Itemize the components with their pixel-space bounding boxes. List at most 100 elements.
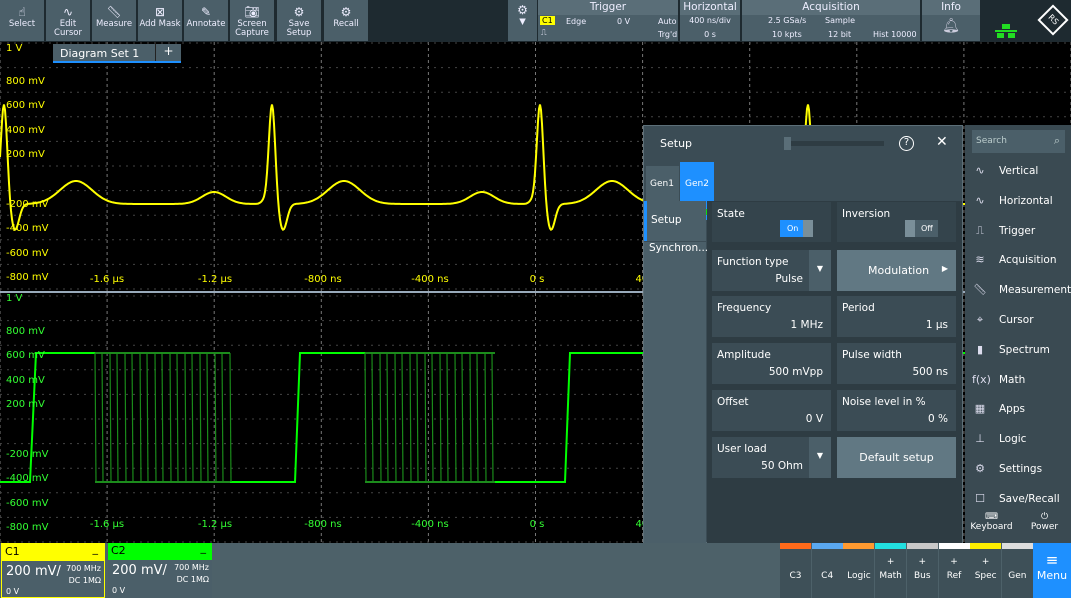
add-bus-button[interactable]: + Bus (906, 543, 938, 598)
edit-cursor-button[interactable]: ∿ Edit Cursor (46, 0, 90, 41)
y-axis-label: -400 mV (6, 223, 49, 235)
add-diagram-button[interactable]: + (155, 44, 181, 61)
channel-c2-badge[interactable]: C2 _ 200 mV/ 700 MHz DC 1MΩ 0 V (108, 541, 212, 598)
power-label: Power (1030, 522, 1059, 532)
ch2-persistence-edge (161, 352, 164, 483)
sidebar-item-label: Trigger (999, 224, 1036, 237)
screen-capture-button[interactable]: 📷︎ Screen Capture (230, 0, 274, 41)
frequency-field[interactable]: Frequency 1 MHz (712, 296, 831, 337)
measure-button[interactable]: 📏︎ Measure (92, 0, 136, 41)
add-gen-button[interactable]: Gen (1001, 543, 1033, 598)
acquisition-panel[interactable]: Acquisition 2.5 GSa/s Sample 10 kpts 12 … (742, 0, 920, 41)
add-logic-button[interactable]: Logic (843, 543, 875, 598)
inversion-toggle[interactable]: Off (905, 220, 938, 237)
modulation-button[interactable]: Modulation ▶ (837, 250, 956, 291)
chevron-down-icon[interactable]: ▼ (809, 437, 831, 478)
trigger-type: Edge (566, 17, 587, 26)
dialog-title: Setup (660, 137, 693, 150)
inversion-label: Inversion (842, 208, 891, 220)
channel-name: C2 (111, 544, 126, 557)
x-axis-label: -1.6 µs (89, 274, 125, 285)
search-input[interactable]: Search ⌕ (972, 130, 1065, 153)
field-label: Frequency (717, 302, 772, 314)
minimize-icon[interactable]: _ (93, 542, 99, 555)
user-load-field[interactable]: User load 50 Ohm ▼ (712, 437, 831, 478)
acquisition-title: Acquisition (742, 0, 920, 15)
toggle-value: Off (921, 224, 933, 233)
sidebar-item-save-recall[interactable]: ☐ Save/Recall (965, 484, 1071, 514)
chevron-down-icon[interactable]: ▼ (809, 250, 831, 291)
coupling: DC 1MΩ (176, 575, 209, 584)
help-icon[interactable]: ? (899, 136, 914, 151)
add-c4-button[interactable]: C4 (811, 543, 843, 598)
sidebar-item-vertical[interactable]: ∿ Vertical (965, 156, 1071, 186)
function-type-value: Pulse (775, 273, 803, 285)
function-type-dropdown[interactable]: Function type Pulse ▼ (712, 250, 831, 291)
button-label: Screen Capture (235, 19, 269, 38)
horizontal-panel[interactable]: Horizontal 400 ns/div 0 s (680, 0, 740, 41)
bandwidth: 700 MHz (174, 563, 209, 572)
y-axis-label: 400 mV (6, 124, 45, 136)
sidebar-item-settings[interactable]: ⚙ Settings (965, 454, 1071, 484)
period-field[interactable]: Period 1 µs (837, 296, 956, 337)
settings-icon: ⚙ (975, 462, 985, 475)
sidebar-item-acquisition[interactable]: ≋ Acquisition (965, 245, 1071, 275)
amplitude-field[interactable]: Amplitude 500 mVpp (712, 343, 831, 384)
add-math-button[interactable]: + Math (875, 543, 907, 598)
side-tab-synchronization[interactable]: Synchron... (644, 242, 709, 544)
bandwidth: 700 MHz (66, 564, 101, 573)
ch2-persistence-edge (101, 352, 104, 483)
offset-field[interactable]: Offset 0 V (712, 390, 831, 431)
add-c3-button[interactable]: C3 (780, 543, 811, 598)
button-label: C3 (789, 571, 802, 581)
keyboard-button[interactable]: ⌨ Keyboard (965, 512, 1018, 543)
info-panel[interactable]: Info 🔔︎ (922, 0, 980, 41)
minimize-icon[interactable]: _ (201, 541, 207, 554)
close-icon[interactable]: ✕ (936, 134, 948, 150)
settings-gear-button[interactable]: ⚙ ▼ (508, 0, 537, 41)
menu-button[interactable]: ≡ Menu (1033, 543, 1071, 598)
network-icon (995, 24, 1017, 38)
tab-diagram-set-1[interactable]: Diagram Set 1 + (53, 44, 181, 63)
save-setup-button[interactable]: ⚙ Save Setup (277, 0, 321, 41)
sidebar-item-horizontal[interactable]: ∿ Horizontal (965, 186, 1071, 216)
sidebar-item-cursor[interactable]: ⌖ Cursor (965, 305, 1071, 335)
add-mask-button[interactable]: ⊠ Add Mask (138, 0, 182, 41)
select-icon: ☝ (18, 5, 26, 19)
default-setup-button[interactable]: Default setup (837, 437, 956, 478)
sidebar-item-label: Horizontal (999, 194, 1053, 207)
x-axis-label: -1.2 µs (197, 274, 233, 285)
sidebar-item-trigger[interactable]: ⎍ Trigger (965, 216, 1071, 246)
noise-field[interactable]: Noise level in % 0 % (837, 390, 956, 431)
transparency-slider[interactable] (784, 137, 884, 150)
recall-button[interactable]: ⚙ Recall (324, 0, 368, 41)
button-label: Edit Cursor (54, 19, 82, 38)
power-button[interactable]: ⏻ Power (1018, 512, 1071, 543)
menu-label: Menu (1036, 569, 1068, 582)
trigger-panel[interactable]: Trigger C1 Edge 0 V Auto ⎍ Trg'd (538, 0, 678, 41)
sidebar-item-label: Measurement (999, 284, 1071, 297)
annotate-button[interactable]: ✎ Annotate (184, 0, 228, 41)
x-axis-label: -1.6 µs (89, 519, 125, 530)
add-spec-button[interactable]: + Spec (970, 543, 1002, 598)
state-toggle[interactable]: On (780, 220, 813, 237)
plus-icon: + (918, 557, 927, 567)
channel-offset: 0 V (112, 586, 126, 595)
acquisition-icon: ≋ (975, 253, 985, 267)
sidebar-item-math[interactable]: f(x) Math (965, 365, 1071, 395)
select-button[interactable]: ☝ Select (0, 0, 44, 41)
channel-c1-badge[interactable]: C1 _ 200 mV/ 700 MHz DC 1MΩ 0 V (1, 542, 105, 598)
side-tab-setup[interactable]: Setup (644, 201, 706, 241)
sidebar-item-apps[interactable]: ▦ Apps (965, 394, 1071, 424)
sidebar-item-logic[interactable]: ⊥ Logic (965, 424, 1071, 454)
tab-label: Synchron... (649, 242, 709, 254)
trigger-mode: Auto (658, 17, 677, 26)
sidebar-item-spectrum[interactable]: ▮ Spectrum (965, 335, 1071, 365)
pulse-width-field[interactable]: Pulse width 500 ns (837, 343, 956, 384)
ch2-persistence-edge (386, 352, 389, 483)
coupling: DC 1MΩ (68, 576, 101, 585)
x-axis-label: 0 s (529, 519, 545, 530)
sidebar-item-measurement[interactable]: 📏︎ Measurement (965, 275, 1071, 305)
add-ref-button[interactable]: + Ref (938, 543, 970, 598)
field-value: 0 V (805, 413, 823, 425)
